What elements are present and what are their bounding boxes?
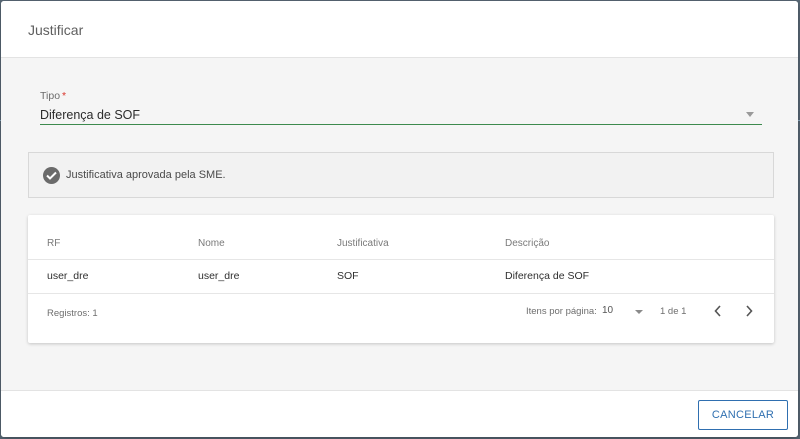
justifications-table: RF Nome Justificativa Descrição user_dre… xyxy=(28,215,774,343)
cell-descricao: Diferença de SOF xyxy=(505,270,590,282)
tipo-underline xyxy=(40,124,762,125)
header-justificativa[interactable]: Justificativa xyxy=(337,238,389,249)
previous-page-button[interactable] xyxy=(709,301,729,321)
tipo-selected-value: Diferença de SOF xyxy=(40,108,141,122)
records-count: Registros: 1 xyxy=(47,308,98,319)
header-descricao[interactable]: Descrição xyxy=(505,238,549,249)
cell-rf: user_dre xyxy=(47,270,89,282)
dialog-header: Justificar xyxy=(1,1,798,58)
page-range: 1 de 1 xyxy=(660,306,687,317)
check-circle-icon xyxy=(43,167,60,184)
page-size-select[interactable]: 10 xyxy=(602,305,644,319)
header-divider xyxy=(28,259,774,260)
tipo-select[interactable]: Tipo * Diferença de SOF xyxy=(40,90,762,126)
next-page-button[interactable] xyxy=(740,301,760,321)
tipo-label: Tipo * xyxy=(40,90,66,102)
justificar-dialog: Justificar Tipo * Diferença de SOF Justif… xyxy=(1,1,798,437)
cell-justificativa: SOF xyxy=(337,270,359,282)
required-mark: * xyxy=(62,90,67,102)
header-rf[interactable]: RF xyxy=(47,238,60,249)
approval-notice: Justificativa aprovada pela SME. xyxy=(28,152,774,198)
notice-text: Justificativa aprovada pela SME. xyxy=(66,169,226,181)
dialog-footer: CANCELAR xyxy=(1,390,798,437)
cancel-button[interactable]: CANCELAR xyxy=(698,400,788,430)
header-nome[interactable]: Nome xyxy=(198,238,225,249)
items-per-page-label: Itens por página: xyxy=(526,306,597,317)
page-size-value: 10 xyxy=(602,305,614,316)
cell-nome: user_dre xyxy=(198,270,240,282)
chevron-down-icon xyxy=(635,310,643,314)
dropdown-arrow-icon[interactable] xyxy=(746,112,754,117)
dialog-title: Justificar xyxy=(28,22,84,38)
tipo-label-text: Tipo xyxy=(40,90,61,102)
row-divider xyxy=(28,293,774,294)
